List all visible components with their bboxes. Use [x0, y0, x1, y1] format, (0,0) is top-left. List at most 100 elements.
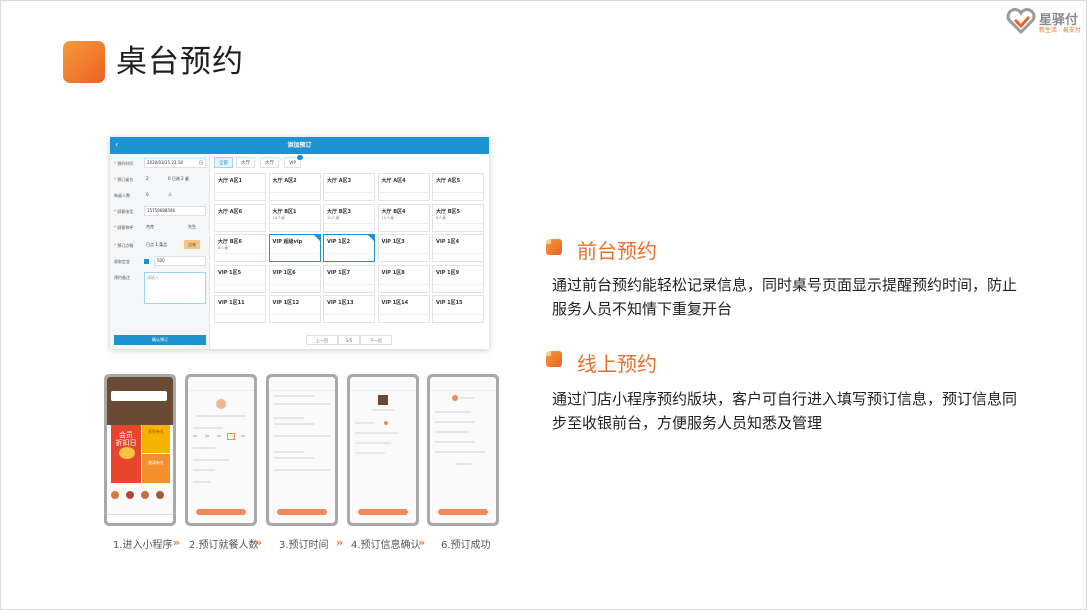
tables-selected: 0 已选 2 桌	[168, 176, 189, 181]
section-2-title: 线上预约	[577, 352, 657, 376]
table-cell[interactable]: VIP 1区15	[432, 295, 484, 323]
table-divider	[269, 253, 320, 254]
table-cell[interactable]: VIP 1区3	[377, 234, 430, 262]
diners-label: 每桌人数	[114, 193, 130, 198]
time-field[interactable]: 2020/03/25 23:18 日	[144, 158, 206, 168]
table-capacity: 8人桌	[218, 245, 229, 250]
table-cell[interactable]: 大厅 A区5	[432, 173, 484, 201]
section-1-text: 通过前台预约能轻松记录信息，同时桌号页面显示提醒预约时间，防止服务人员不知情下重…	[552, 276, 1018, 318]
form-row-diners: 每桌人数 0 人	[110, 190, 210, 201]
order-dish-button[interactable]: 点餐	[184, 240, 200, 249]
table-cell[interactable]: VIP 1区11	[214, 295, 266, 323]
desktop-reservation-mockup: ‹ 添加预订 * 预约时间 2020/03/25 23:18 日 * 预订桌台 2…	[110, 137, 489, 349]
table-capacity: 8人桌	[436, 214, 447, 220]
table-divider	[433, 192, 483, 193]
table-cell[interactable]: 大厅 A区1	[214, 173, 266, 201]
table-cell[interactable]: VIP 1区13	[323, 295, 375, 323]
tables-value[interactable]: 2	[146, 174, 149, 184]
diners-value[interactable]: 0	[146, 190, 149, 200]
table-name: 大厅 A区3	[327, 178, 352, 184]
table-cell[interactable]: VIP 1区12	[268, 295, 321, 323]
note-textarea[interactable]: 请输入	[144, 272, 206, 304]
done-button-step-6[interactable]	[438, 509, 488, 515]
table-divider	[324, 283, 374, 285]
table-divider	[324, 253, 374, 254]
page-indicator: 1/5	[338, 335, 360, 345]
table-cell[interactable]: 大厅 A区3	[323, 173, 375, 201]
table-name: 大厅 A区2	[272, 178, 297, 184]
table-name: VIP 1区15	[436, 300, 463, 306]
next-button-step-3[interactable]	[277, 509, 327, 515]
table-cell[interactable]: VIP 1区2	[323, 234, 375, 262]
diner-count-selector[interactable]	[193, 433, 249, 441]
section-2-icon	[543, 348, 562, 367]
page-title: 桌台预约	[116, 44, 244, 80]
table-cell[interactable]: 大厅 A区6	[214, 203, 266, 232]
table-cell[interactable]: VIP 1区9	[432, 264, 484, 293]
time-label: 预约时间	[117, 161, 134, 166]
tab-hall-2[interactable]: 大厅	[260, 157, 279, 168]
store-banner	[107, 377, 173, 425]
tab-all[interactable]: 全部	[214, 157, 233, 168]
diners-unit: 人	[168, 192, 172, 197]
table-name: VIP 1区8	[381, 269, 405, 276]
step-arrow-icon: »	[418, 536, 425, 549]
gender-radio[interactable]	[384, 421, 388, 425]
deposit-field[interactable]: 500	[154, 256, 206, 266]
table-cell[interactable]: VIP 1区5	[214, 264, 266, 293]
table-divider	[215, 253, 265, 254]
step-label-3: 3.预订时间	[279, 540, 329, 551]
table-cell[interactable]: 大厅 A区2	[268, 173, 321, 201]
name-suffix[interactable]: 先生	[188, 222, 196, 232]
table-name: 大厅 B区3	[327, 208, 352, 215]
table-divider	[269, 314, 320, 315]
table-divider	[378, 192, 429, 193]
form-row-time: * 预约时间 2020/03/25 23:18 日	[110, 158, 210, 169]
name-value[interactable]: 杰克	[146, 222, 154, 232]
table-capacity: 10人桌	[272, 214, 285, 220]
table-name: VIP 1区14	[381, 300, 409, 306]
table-name: VIP 1区4	[436, 239, 460, 245]
deposit-checkbox[interactable]	[144, 258, 149, 264]
step-arrow-icon: »	[255, 536, 262, 549]
table-cell[interactable]: 大厅 B区1 10人桌	[268, 203, 321, 232]
section-1-title: 前台预约	[577, 239, 657, 263]
title-accent-square	[63, 41, 105, 83]
table-cell[interactable]: 大厅 B区6 8人桌	[214, 234, 266, 262]
table-cell[interactable]: 大厅 B区4 10人桌	[377, 203, 430, 232]
phone-step-1: 会员 折扣日 签到有礼 邀请有礼	[104, 374, 176, 526]
confirm-reservation-button[interactable]: 确认预订	[114, 335, 206, 345]
tab-hall-1[interactable]: 大厅	[236, 157, 255, 168]
promo-invite[interactable]: 邀请有礼	[142, 454, 170, 483]
tab-vip[interactable]: VIP	[284, 155, 304, 168]
table-name: 大厅 B区6	[218, 239, 243, 245]
prev-page-button[interactable]: 上一页	[306, 335, 338, 345]
table-name: VIP 1区13	[327, 300, 354, 306]
table-cell[interactable]: 大厅 B区5 8人桌	[432, 203, 484, 232]
table-cell[interactable]: VIP 1区6	[268, 264, 321, 293]
desktop-header-title: 添加预订	[287, 142, 312, 149]
dish-value: 已点 1 菜品	[146, 242, 168, 247]
next-page-button[interactable]: 下一页	[360, 335, 392, 345]
phone-field[interactable]: 15759688596	[144, 206, 206, 216]
promo-checkin[interactable]: 签到有礼	[142, 425, 170, 453]
table-cell[interactable]: VIP 1区8	[377, 264, 430, 293]
table-divider	[433, 222, 483, 224]
table-cell[interactable]: 大厅 B区3 10人桌	[323, 203, 375, 232]
next-button-step-2[interactable]	[196, 509, 246, 515]
table-cell[interactable]: VIP 1区4	[432, 234, 484, 262]
step-arrow-icon: »	[173, 536, 180, 549]
table-divider	[324, 314, 374, 315]
table-name: 大厅 A区4	[381, 178, 406, 184]
heart-logo-icon	[1006, 8, 1036, 34]
table-name: VIP 1区11	[218, 300, 245, 306]
table-cell[interactable]: VIP 超级vip	[268, 234, 321, 262]
table-cell[interactable]: VIP 1区7	[323, 264, 375, 293]
table-cell[interactable]: VIP 1区14	[377, 295, 430, 323]
table-cell[interactable]: 大厅 A区4	[377, 173, 430, 201]
tables-label: 预订桌台	[117, 177, 134, 182]
table-divider	[269, 222, 320, 224]
smile-icon	[216, 399, 226, 409]
confirm-button-step-4[interactable]	[358, 509, 408, 515]
dish-label: 预订点餐	[117, 243, 134, 248]
